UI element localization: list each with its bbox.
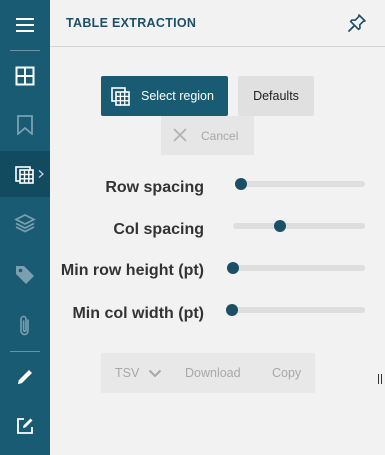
cancel-button[interactable]: Cancel xyxy=(161,116,254,155)
copy-button[interactable]: Copy xyxy=(272,366,301,380)
resize-handle[interactable] xyxy=(378,374,382,384)
tag-icon xyxy=(16,266,34,284)
select-region-label: Select region xyxy=(141,89,214,103)
row-spacing-label: Row spacing xyxy=(105,179,204,196)
min-col-width-slider[interactable] xyxy=(226,304,365,316)
col-spacing-slider[interactable] xyxy=(233,220,365,232)
grid-icon xyxy=(15,66,35,86)
row-spacing-thumb[interactable] xyxy=(235,178,247,190)
min-row-height-label: Min row height (pt) xyxy=(60,262,204,279)
download-button[interactable]: Download xyxy=(185,366,241,380)
export-bar: TSV Download Copy xyxy=(101,353,315,393)
sidebar-item-tags[interactable] xyxy=(0,252,50,298)
sidebar-item-draw[interactable] xyxy=(0,354,50,400)
min-col-width-thumb[interactable] xyxy=(226,304,238,316)
layers-icon xyxy=(14,214,36,233)
pin-icon xyxy=(348,14,366,32)
min-col-width-label: Min col width (pt) xyxy=(72,305,204,322)
sidebar-item-edit[interactable] xyxy=(0,403,50,449)
min-row-height-slider[interactable] xyxy=(227,262,365,274)
sidebar-item-grid[interactable] xyxy=(0,53,50,99)
chevron-right-icon xyxy=(38,170,44,178)
menu-icon xyxy=(16,18,34,32)
pin-button[interactable] xyxy=(347,13,367,38)
col-spacing-label: Col spacing xyxy=(113,221,204,238)
edit-icon xyxy=(17,418,33,434)
table-icon xyxy=(15,166,34,184)
sidebar-item-bookmarks[interactable] xyxy=(0,102,50,148)
format-select[interactable]: TSV xyxy=(115,366,139,380)
defaults-button[interactable]: Defaults xyxy=(238,76,314,116)
chevron-down-icon xyxy=(148,369,162,378)
sidebar-divider xyxy=(10,351,40,352)
close-icon xyxy=(173,128,187,142)
select-region-button[interactable]: Select region xyxy=(101,76,228,116)
pencil-icon xyxy=(18,370,32,384)
bookmark-icon xyxy=(17,115,33,135)
panel-title: TABLE EXTRACTION xyxy=(66,16,197,30)
menu-button[interactable] xyxy=(0,2,50,48)
row-spacing-slider[interactable] xyxy=(235,178,365,190)
paperclip-icon xyxy=(20,315,29,336)
sidebar xyxy=(0,0,50,455)
sidebar-item-table-extraction[interactable] xyxy=(0,151,50,197)
table-select-icon xyxy=(111,87,130,106)
cancel-label: Cancel xyxy=(201,129,239,143)
sidebar-item-attachments[interactable] xyxy=(0,303,50,349)
panel-header: TABLE EXTRACTION xyxy=(50,0,385,47)
col-spacing-thumb[interactable] xyxy=(273,220,286,232)
min-row-height-thumb[interactable] xyxy=(227,262,239,274)
sidebar-item-layers[interactable] xyxy=(0,200,50,246)
sidebar-divider xyxy=(10,50,40,51)
